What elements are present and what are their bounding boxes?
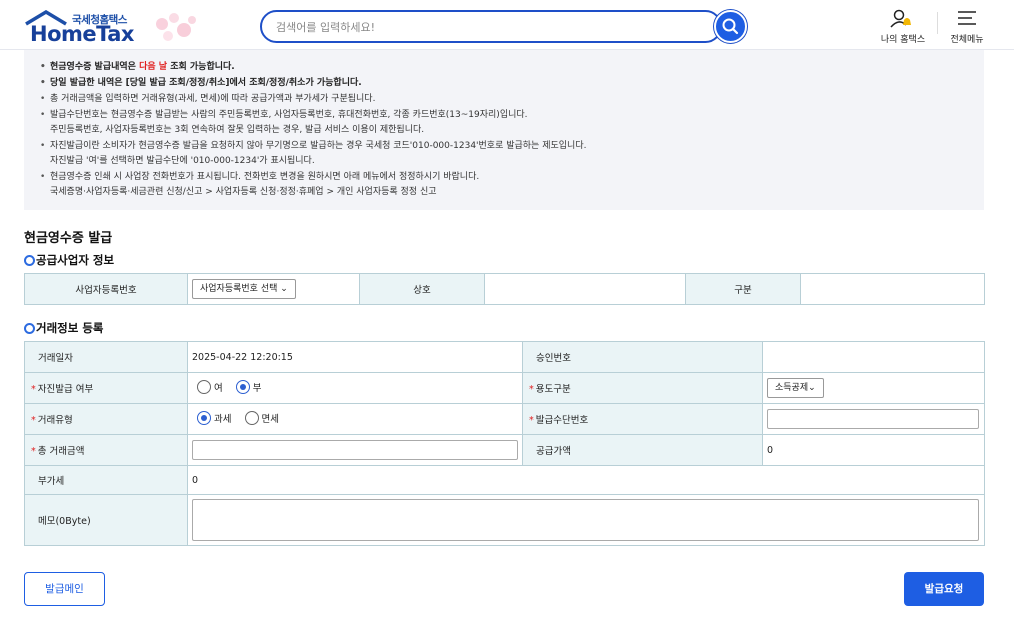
usage-label: * 용도구분 <box>522 372 763 404</box>
issue-means-label: * 발급수단번호 <box>522 403 763 435</box>
biz-no-select[interactable]: 사업자등록번호 선택 ⌄ <box>192 279 296 299</box>
search-button[interactable] <box>714 10 747 43</box>
trade-date-value: 2025-04-22 12:20:15 <box>187 341 523 373</box>
header-divider <box>937 12 938 34</box>
supply-amount-label: 공급가액 <box>522 434 763 466</box>
trade-table: 거래일자 2025-04-22 12:20:15 승인번호 * 자진발급 여부 여… <box>24 341 985 546</box>
notice-item: 자진발급이란 소비자가 현금영수증 발급을 요청하지 않아 무기명으로 발급하는… <box>40 139 586 169</box>
cherry-blossom-icon <box>156 13 196 41</box>
issue-main-button[interactable]: 발급메인 <box>24 572 105 606</box>
notice-item: 현금영수증 인쇄 시 사업장 전화번호가 표시됩니다. 전화번호 변경을 원하시… <box>40 170 586 200</box>
total-amount-label: * 총 거래금액 <box>24 434 188 466</box>
supplier-section-title: 공급사업자 정보 <box>24 252 114 268</box>
issue-means-input[interactable] <box>767 409 979 429</box>
trade-type-label: * 거래유형 <box>24 403 188 435</box>
all-menu-label: 전체메뉴 <box>950 35 984 45</box>
user-bell-icon <box>890 9 911 28</box>
company-name-value <box>484 273 686 305</box>
trade-section-title: 거래정보 등록 <box>24 320 103 336</box>
total-amount-input[interactable] <box>192 440 518 460</box>
top-header: 국세청홈택스 HomeTax 나의 홈택스 전 <box>0 0 1014 50</box>
my-hometax-button[interactable]: 나의 홈택스 <box>878 8 928 46</box>
usage-select[interactable]: 소득공제⌄ <box>767 378 824 398</box>
notice-box: 현금영수증 발급내역은 다음 날 조회 가능합니다. 당일 발급한 내역은 [당… <box>24 50 984 210</box>
approval-no-value <box>762 341 985 373</box>
biz-type-value <box>800 273 985 305</box>
notice-item: 당일 발급한 내역은 [당일 발급 조회/정정/취소]에서 조회/정정/취소가 … <box>40 76 586 91</box>
hamburger-menu-icon <box>958 11 976 25</box>
exempt-radio[interactable]: 면세 <box>244 410 279 425</box>
notice-item: 총 거래금액을 입력하면 거래유형(과세, 면세)에 따라 공급가액과 부가세가… <box>40 92 586 107</box>
notice-item: 현금영수증 발급내역은 다음 날 조회 가능합니다. <box>40 60 586 75</box>
trade-date-label: 거래일자 <box>24 341 188 373</box>
notice-item: 발급수단번호는 현금영수증 발급받는 사람의 주민등록번호, 사업자등록번호, … <box>40 108 586 138</box>
total-amount-cell <box>187 434 523 466</box>
company-name-label: 상호 <box>359 273 485 305</box>
notice-list: 현금영수증 발급내역은 다음 날 조회 가능합니다. 당일 발급한 내역은 [당… <box>40 60 586 201</box>
taxable-radio[interactable]: 과세 <box>197 410 231 425</box>
biz-no-label: 사업자등록번호 <box>24 273 188 305</box>
chevron-down-icon: ⌄ <box>808 383 816 393</box>
self-issue-yes-radio[interactable]: 여 <box>197 379 223 394</box>
vat-value: 0 <box>187 465 985 495</box>
self-issue-label: * 자진발급 여부 <box>24 372 188 404</box>
approval-no-label: 승인번호 <box>522 341 763 373</box>
search-box <box>260 10 722 43</box>
issue-request-button[interactable]: 발급요청 <box>904 572 984 606</box>
hometax-logo[interactable]: 국세청홈택스 HomeTax <box>24 8 196 48</box>
issue-means-cell <box>762 403 985 435</box>
all-menu-button[interactable]: 전체메뉴 <box>946 8 988 46</box>
memo-label: 메모(0Byte) <box>24 494 188 546</box>
chevron-down-icon: ⌄ <box>280 284 288 294</box>
search-icon <box>722 18 739 35</box>
page-title: 현금영수증 발급 <box>24 231 113 246</box>
self-issue-options: 여 부 <box>187 372 523 404</box>
search-input[interactable] <box>276 18 696 36</box>
vat-label: 부가세 <box>24 465 188 495</box>
self-issue-no-radio[interactable]: 부 <box>235 379 262 394</box>
biz-no-cell: 사업자등록번호 선택 ⌄ <box>187 273 360 305</box>
supplier-table: 사업자등록번호 사업자등록번호 선택 ⌄ 상호 구분 <box>24 273 985 305</box>
logo-english-text: HomeTax <box>30 22 134 46</box>
biz-type-label: 구분 <box>685 273 801 305</box>
supply-amount-value: 0 <box>762 434 985 466</box>
usage-cell: 소득공제⌄ <box>762 372 985 404</box>
my-hometax-label: 나의 홈택스 <box>880 35 926 45</box>
memo-cell <box>187 494 985 546</box>
memo-textarea[interactable] <box>192 499 979 541</box>
trade-type-options: 과세 면세 <box>187 403 523 435</box>
